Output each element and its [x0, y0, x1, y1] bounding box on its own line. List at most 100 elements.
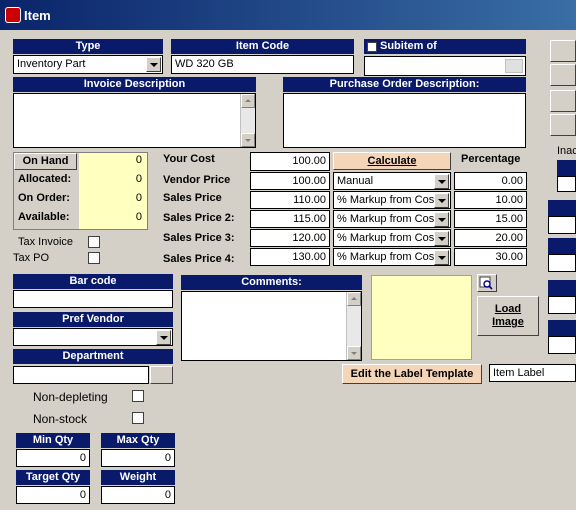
image-icon[interactable]: [477, 274, 497, 292]
tree-icon[interactable]: [150, 366, 173, 384]
chevron-down-icon[interactable]: [434, 231, 449, 246]
title-bar[interactable]: Item: [0, 0, 576, 30]
sales-price-2-value: 115.00: [293, 213, 326, 225]
scroll-up-icon[interactable]: [241, 94, 255, 108]
min-qty-value: 0: [79, 452, 86, 464]
sales-price-pct-input[interactable]: 10.00: [454, 191, 527, 209]
sales-price-2-input[interactable]: 115.00: [250, 210, 330, 228]
non-depleting-label: Non-depleting: [33, 390, 108, 404]
chevron-down-icon[interactable]: [434, 250, 449, 265]
tax-invoice-checkbox[interactable]: [88, 236, 100, 248]
sales-price-method: % Markup from Cost: [337, 194, 438, 206]
side-header-4: [548, 280, 576, 296]
sales-price-3-method-select[interactable]: % Markup from Cost: [333, 229, 451, 247]
item-code-header: Item Code: [171, 39, 354, 54]
invoice-description-textarea[interactable]: [13, 93, 256, 148]
sales-price-4-method-select[interactable]: % Markup from Cost: [333, 248, 451, 266]
type-value: Inventory Part: [17, 58, 86, 70]
label-template-value: Item Label: [493, 367, 545, 379]
vendor-method-select[interactable]: Manual: [333, 172, 451, 190]
scroll-down-icon[interactable]: [347, 346, 361, 360]
side-header-1: [557, 160, 576, 176]
max-qty-header: Max Qty: [101, 433, 175, 448]
sales-price-3-label: Sales Price 3:: [163, 232, 235, 244]
sales-price-input[interactable]: 110.00: [250, 191, 330, 209]
barcode-input[interactable]: [13, 290, 173, 308]
tax-po-checkbox[interactable]: [88, 252, 100, 264]
sales-price-2-method-select[interactable]: % Markup from Cost: [333, 210, 451, 228]
max-qty-input[interactable]: 0: [101, 449, 175, 467]
side-button-1[interactable]: [550, 40, 576, 62]
department-input[interactable]: [13, 366, 149, 384]
sales-price-3-pct-input[interactable]: 20.00: [454, 229, 527, 247]
sales-price-2-pct-input[interactable]: 15.00: [454, 210, 527, 228]
chevron-down-icon[interactable]: [434, 212, 449, 227]
side-button-2[interactable]: [550, 64, 576, 86]
sales-price-4-value: 130.00: [292, 251, 326, 263]
calculate-button[interactable]: Calculate: [333, 152, 451, 170]
side-header-3: [548, 238, 576, 254]
on-order-value: 0: [135, 192, 142, 204]
subitem-checkbox[interactable]: [367, 42, 377, 52]
side-field-3[interactable]: [548, 254, 576, 272]
pref-vendor-select[interactable]: [13, 328, 173, 346]
subitem-select[interactable]: [364, 56, 526, 76]
chevron-down-icon[interactable]: [156, 330, 171, 345]
side-field-4[interactable]: [548, 296, 576, 314]
side-field-1[interactable]: [557, 176, 576, 192]
chevron-down-icon[interactable]: [146, 57, 161, 72]
app-icon: [5, 7, 21, 23]
inactive-label: Inac: [557, 145, 576, 157]
vendor-price-value: 100.00: [292, 175, 326, 187]
target-qty-value: 0: [79, 489, 86, 501]
item-code-value: WD 320 GB: [175, 58, 234, 70]
your-cost-input[interactable]: 100.00: [250, 152, 330, 171]
sales-price-3-method: % Markup from Cost: [337, 232, 438, 244]
on-hand-button[interactable]: On Hand: [14, 153, 77, 170]
scrollbar[interactable]: [240, 94, 255, 147]
scrollbar[interactable]: [346, 292, 361, 360]
sales-price-4-label: Sales Price 4:: [163, 253, 235, 265]
sales-price-2-method: % Markup from Cost: [337, 213, 438, 225]
type-select[interactable]: Inventory Part: [13, 55, 163, 74]
po-description-header: Purchase Order Description:: [283, 77, 526, 92]
po-description-textarea[interactable]: [283, 93, 526, 148]
non-stock-checkbox[interactable]: [132, 412, 144, 424]
target-qty-input[interactable]: 0: [16, 486, 90, 504]
barcode-header: Bar code: [13, 274, 173, 289]
item-image[interactable]: [371, 275, 472, 360]
target-qty-header: Target Qty: [16, 470, 90, 485]
edit-label-template-button[interactable]: Edit the Label Template: [342, 364, 482, 384]
chevron-down-icon[interactable]: [434, 193, 449, 208]
chevron-down-icon[interactable]: [434, 174, 449, 189]
sales-price-2-pct: 15.00: [495, 213, 523, 225]
label-template-select[interactable]: Item Label: [489, 364, 576, 382]
item-code-input[interactable]: WD 320 GB: [171, 55, 354, 74]
side-button-4[interactable]: [550, 114, 576, 136]
subitem-label: Subitem of: [380, 40, 437, 52]
scroll-down-icon[interactable]: [241, 133, 255, 147]
scroll-up-icon[interactable]: [347, 292, 361, 306]
vendor-price-input[interactable]: 100.00: [250, 172, 330, 190]
side-field-2[interactable]: [548, 216, 576, 234]
list-icon[interactable]: [505, 59, 523, 73]
side-field-5[interactable]: [548, 336, 576, 354]
sales-price-4-pct-input[interactable]: 30.00: [454, 248, 527, 266]
magnifier-icon: [479, 276, 493, 290]
sales-price-2-label: Sales Price 2:: [163, 212, 235, 224]
comments-textarea[interactable]: [181, 291, 362, 361]
side-button-3[interactable]: [550, 90, 576, 112]
sales-price-value: 110.00: [293, 194, 326, 206]
sales-price-3-input[interactable]: 120.00: [250, 229, 330, 247]
non-depleting-checkbox[interactable]: [132, 390, 144, 402]
vendor-pct-input[interactable]: 0.00: [454, 172, 527, 190]
available-label: Available:: [18, 211, 70, 223]
weight-input[interactable]: 0: [101, 486, 175, 504]
allocated-label: Allocated:: [18, 173, 72, 185]
min-qty-input[interactable]: 0: [16, 449, 90, 467]
sales-price-method-select[interactable]: % Markup from Cost: [333, 191, 451, 209]
sales-price-pct: 10.00: [495, 194, 523, 206]
load-image-button[interactable]: Load Image: [477, 296, 539, 336]
pref-vendor-header: Pref Vendor: [13, 312, 173, 327]
sales-price-4-input[interactable]: 130.00: [250, 248, 330, 266]
